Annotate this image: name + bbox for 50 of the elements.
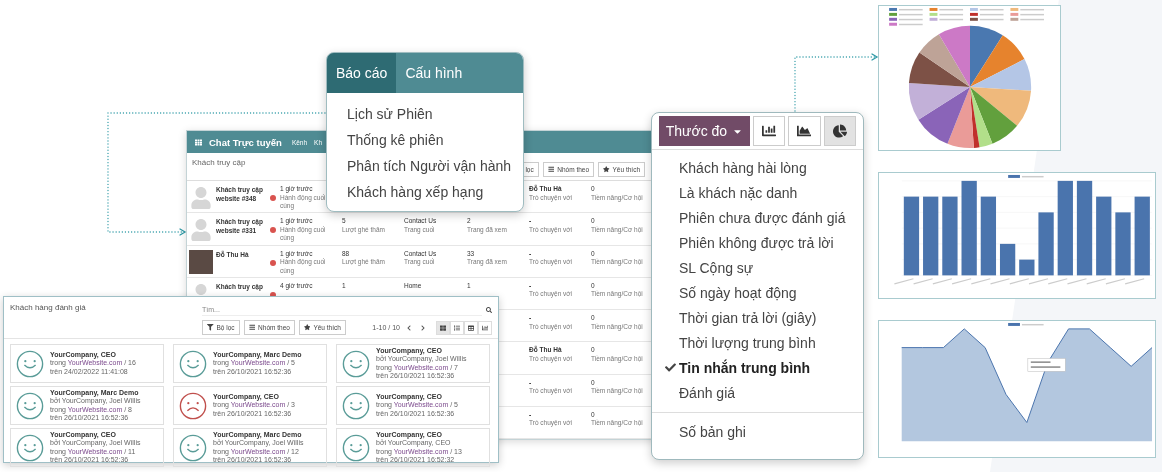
- menu-item[interactable]: Đánh giá: [652, 380, 863, 405]
- view-button[interactable]: [436, 320, 450, 335]
- star-icon: [303, 324, 311, 331]
- menu-item[interactable]: Khách hàng hài lòng: [652, 155, 863, 180]
- menu-item[interactable]: SL Cộng sự: [652, 255, 863, 280]
- view-button[interactable]: [823, 116, 856, 146]
- avatar-icon: [189, 217, 213, 242]
- grid-icon: [440, 324, 446, 331]
- photo-placeholder: [189, 249, 213, 274]
- pie-chart-icon: [832, 124, 847, 138]
- view-button[interactable]: [752, 116, 786, 146]
- breadcrumb: Khách truy cập: [192, 158, 246, 167]
- legend-drawing: [1008, 322, 1044, 326]
- check-icon: [665, 362, 676, 373]
- table-icon: [468, 324, 474, 331]
- menu-item[interactable]: Số ngày hoạt động: [652, 280, 863, 305]
- menu-item[interactable]: Số bản ghi: [652, 419, 863, 444]
- page-title: Khách hàng đánh giá: [10, 303, 86, 314]
- tooltip-drawing: [1027, 358, 1066, 372]
- menu-icon: [547, 166, 555, 173]
- menu-item[interactable]: Phiên không được trả lời: [652, 230, 863, 255]
- area-chart-icon: [797, 124, 812, 138]
- bar: [999, 243, 1016, 276]
- menu-item[interactable]: Khách hàng xếp hạng: [347, 179, 523, 205]
- menu-item[interactable]: Phân tích Người vận hành: [347, 153, 523, 179]
- bar-chart-icon: [482, 324, 488, 331]
- menu-item[interactable]: Tin nhắn trung bình: [652, 355, 863, 380]
- bar-chart-icon: [762, 124, 777, 138]
- view-button[interactable]: [788, 116, 821, 146]
- star-icon: [603, 166, 610, 173]
- search-icon: [486, 306, 492, 313]
- menu-icon: [248, 324, 256, 331]
- view-button[interactable]: [464, 320, 478, 335]
- menu-item[interactable]: Thống kê phiên: [347, 127, 523, 153]
- menu-tab[interactable]: Cấu hình: [396, 53, 472, 93]
- menu-item[interactable]: Là khách nặc danh: [652, 180, 863, 205]
- bar: [1038, 212, 1054, 276]
- legend-drawing: [1008, 174, 1044, 178]
- apps-icon[interactable]: [195, 138, 202, 146]
- menu-tab[interactable]: Báo cáo: [327, 53, 397, 93]
- menu-item[interactable]: Phiên chưa được đánh giá: [652, 205, 863, 230]
- menu-item[interactable]: Lịch sử Phiên: [347, 101, 523, 127]
- menu-item[interactable]: Thời gian trả lời (giây): [652, 305, 863, 330]
- filter-icon: [207, 324, 214, 331]
- menu-item[interactable]: Thời lượng trung bình: [652, 330, 863, 355]
- list-icon: [454, 324, 460, 331]
- bar: [1115, 212, 1131, 276]
- app-title: Chat Trực tuyến: [209, 136, 282, 148]
- measures-button[interactable]: Thước đo: [659, 116, 750, 146]
- avatar-icon: [189, 185, 213, 209]
